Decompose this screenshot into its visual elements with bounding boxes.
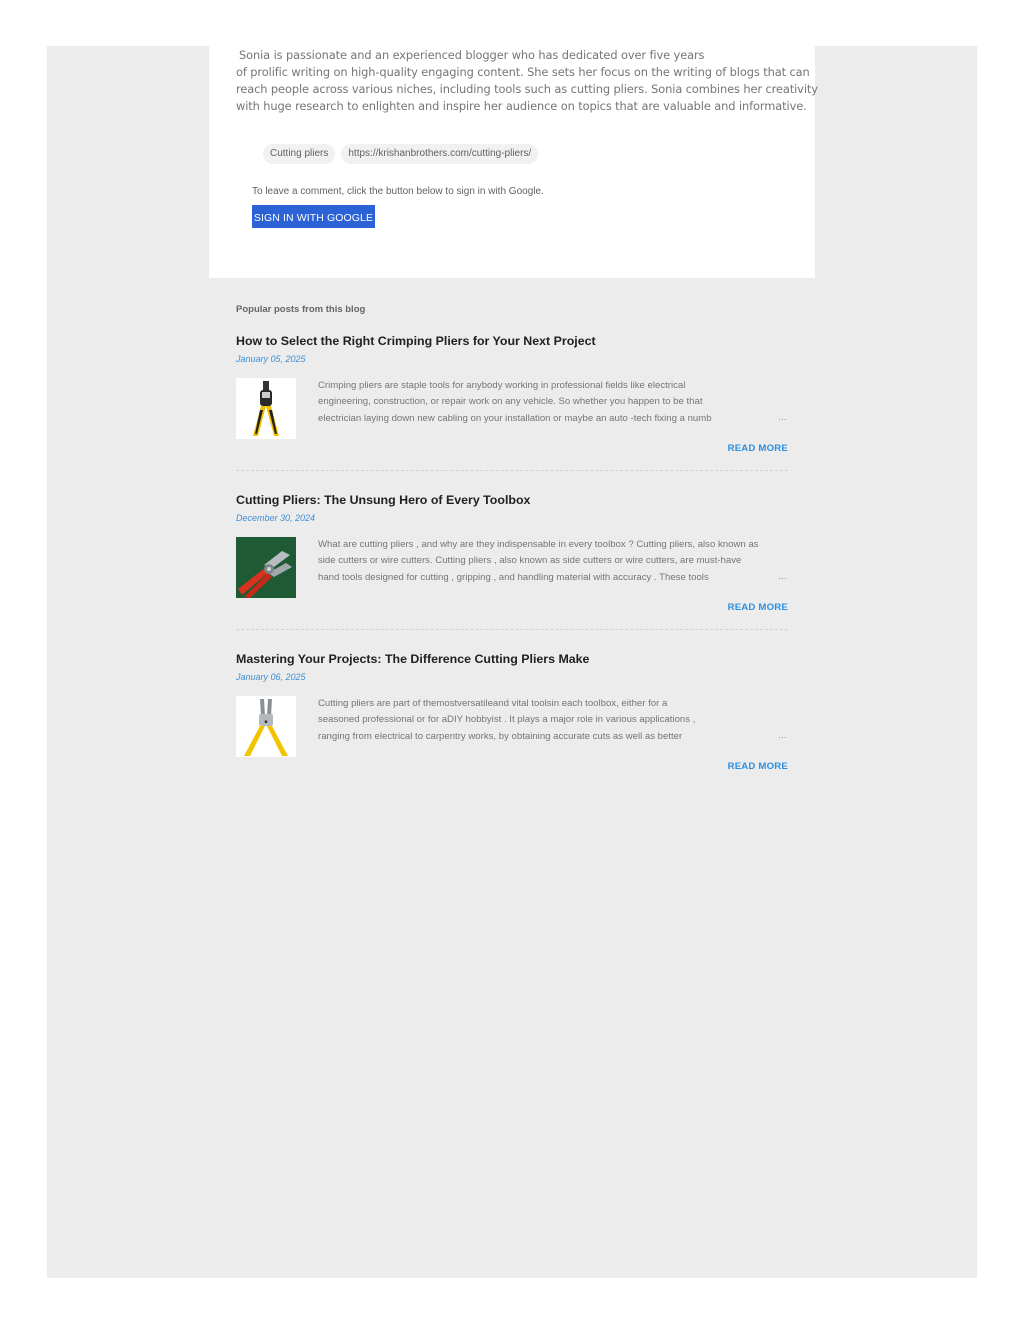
read-more-link[interactable]: READ MORE [728, 443, 788, 454]
post-labels: Cutting pliers https://krishanbrothers.c… [263, 144, 539, 164]
snippet-ellipsis: … [778, 730, 787, 740]
popular-post: How to Select the Right Crimping Pliers … [236, 334, 788, 474]
snippet-line: What are cutting pliers , and why are th… [318, 539, 759, 550]
bio-line: with huge research to enlighten and insp… [236, 99, 807, 113]
snippet-line: ranging from electrical to carpentry wor… [318, 730, 683, 742]
snippet-line: engineering, construction, or repair wor… [318, 396, 703, 408]
popular-post: Mastering Your Projects: The Difference … [236, 652, 788, 782]
read-more-link[interactable]: READ MORE [728, 761, 788, 772]
post-title-link[interactable]: Mastering Your Projects: The Difference … [236, 652, 589, 666]
label-chip[interactable]: https://krishanbrothers.com/cutting-plie… [341, 144, 539, 164]
snippet-line: electrician laying down new cabling on y… [318, 412, 712, 424]
bio-line: of prolific writing on high-quality enga… [236, 65, 810, 79]
bio-line: Sonia is passionate and an experienced b… [239, 48, 705, 62]
snippet-line: Cutting pliers are part of themostversat… [318, 698, 668, 709]
post-title-link[interactable]: How to Select the Right Crimping Pliers … [236, 334, 596, 348]
crimping-pliers-image[interactable] [236, 378, 296, 439]
post-snippet: Cutting pliers are part of themostversat… [318, 696, 788, 746]
sign-in-with-google-button[interactable]: SIGN IN WITH GOOGLE [252, 205, 375, 228]
author-bio: Sonia is passionate and an experienced b… [236, 47, 818, 115]
comment-instructions: To leave a comment, click the button bel… [252, 186, 544, 197]
post-title-link[interactable]: Cutting Pliers: The Unsung Hero of Every… [236, 493, 530, 507]
post-date[interactable]: January 05, 2025 [236, 354, 306, 364]
post-divider [236, 629, 788, 630]
post-snippet: What are cutting pliers , and why are th… [318, 537, 788, 587]
popular-post: Cutting Pliers: The Unsung Hero of Every… [236, 493, 788, 633]
post-snippet: Crimping pliers are staple tools for any… [318, 378, 788, 428]
snippet-line: hand tools designed for cutting , grippi… [318, 571, 709, 583]
bio-line: reach people across various niches, incl… [236, 82, 818, 96]
cutting-pliers-green-image[interactable] [236, 537, 296, 598]
svg-text:▪: ▪ [264, 719, 267, 725]
snippet-line: Crimping pliers are staple tools for any… [318, 380, 686, 391]
snippet-ellipsis: … [778, 412, 787, 422]
post-date[interactable]: January 06, 2025 [236, 672, 306, 682]
yellow-cutting-pliers-image[interactable]: ▪ [236, 696, 296, 757]
snippet-ellipsis: … [778, 571, 787, 581]
label-chip[interactable]: Cutting pliers [263, 144, 336, 164]
snippet-line: seasoned professional or for aDIY hobbyi… [318, 714, 696, 726]
popular-posts-heading: Popular posts from this blog [236, 304, 366, 315]
read-more-link[interactable]: READ MORE [728, 602, 788, 613]
snippet-line: side cutters or wire cutters. Cutting pl… [318, 555, 742, 567]
post-divider [236, 470, 788, 471]
post-date[interactable]: December 30, 2024 [236, 513, 315, 523]
